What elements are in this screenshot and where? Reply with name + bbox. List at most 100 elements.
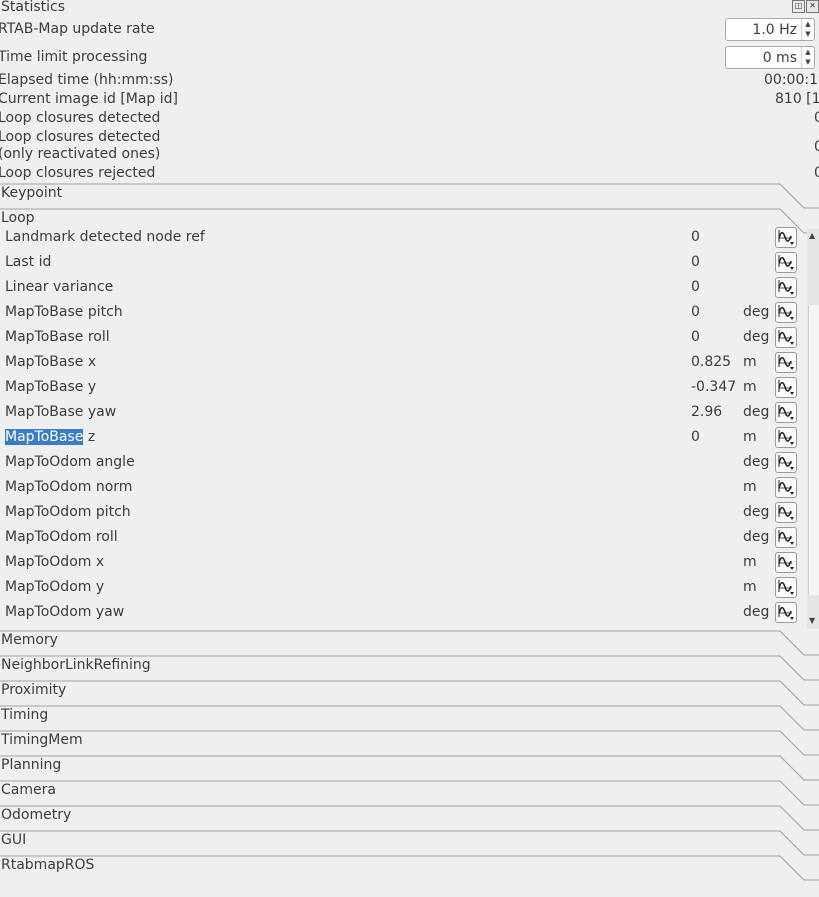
stat-name: Linear variance [5, 279, 114, 295]
stat-unit: deg [743, 404, 770, 420]
plot-curve-icon[interactable] [775, 527, 797, 548]
plot-curve-icon[interactable] [775, 277, 797, 298]
group-planning[interactable]: Planning [0, 755, 819, 781]
float-icon[interactable]: ◫ [792, 0, 805, 13]
group-label: Odometry [1, 807, 72, 823]
stat-name: MapToBase x [5, 354, 97, 370]
stat-row: MapToOdom norm m [0, 476, 797, 501]
stat-name: MapToOdom x [5, 554, 105, 570]
stat-name: MapToBase z [5, 429, 96, 445]
tab-outline [0, 730, 819, 756]
current-image-id-label: Current image id [Map id] [0, 91, 179, 107]
plot-curve-icon[interactable] [775, 402, 797, 423]
tab-outline [0, 630, 819, 656]
stat-row: MapToOdom angle deg [0, 451, 797, 476]
stat-name: MapToOdom roll [5, 529, 118, 545]
stat-unit: deg [743, 454, 770, 470]
selected-text: MapToBase [5, 429, 84, 445]
update-rate-spinbox[interactable]: 1.0 Hz ▲ ▼ [725, 18, 815, 41]
stat-name: MapToOdom pitch [5, 504, 131, 520]
plot-curve-icon[interactable] [775, 477, 797, 498]
plot-curve-icon[interactable] [775, 252, 797, 273]
current-image-id-value: 810 [1] [775, 91, 819, 107]
stat-value: 0.825 [691, 354, 732, 370]
group-proximity[interactable]: Proximity [0, 680, 819, 706]
stat-unit: m [743, 479, 757, 495]
stat-row: MapToBase x 0.825 m [0, 351, 797, 376]
stat-name: Landmark detected node ref [5, 229, 205, 245]
group-keypoint[interactable]: Keypoint [0, 183, 819, 209]
tab-outline [0, 855, 819, 881]
update-rate-label: RTAB-Map update rate [0, 21, 155, 37]
group-odometry[interactable]: Odometry [0, 805, 819, 831]
tab-outline [0, 780, 819, 806]
tab-outline [0, 830, 819, 856]
plot-curve-icon[interactable] [775, 452, 797, 473]
plot-curve-icon[interactable] [775, 577, 797, 598]
group-timing[interactable]: Timing [0, 705, 819, 731]
scroll-up-icon[interactable]: ▲ [809, 231, 815, 240]
plot-curve-icon[interactable] [775, 602, 797, 623]
stat-row: MapToBase roll 0 deg [0, 326, 797, 351]
plot-curve-icon[interactable] [775, 352, 797, 373]
loop-closures-reactivated-value: 0 [814, 139, 819, 155]
group-timingmem[interactable]: TimingMem [0, 730, 819, 756]
stat-name: Last id [5, 254, 52, 270]
scroll-down-icon[interactable]: ▼ [809, 616, 815, 625]
stat-name: MapToOdom angle [5, 454, 135, 470]
tab-outline [0, 183, 819, 209]
stat-unit: m [743, 554, 757, 570]
stat-unit: m [743, 429, 757, 445]
group-label: Proximity [1, 682, 67, 698]
plot-curve-icon[interactable] [775, 377, 797, 398]
stat-value: 0 [691, 279, 700, 295]
dock-controls: ◫ ✕ [792, 0, 819, 13]
plot-curve-icon[interactable] [775, 327, 797, 348]
stat-value: 0 [691, 304, 700, 320]
stat-value: 2.96 [691, 404, 723, 420]
stat-value: 0 [691, 329, 700, 345]
stat-unit: deg [743, 604, 770, 620]
stat-row: MapToBase y -0.347 m [0, 376, 797, 401]
scrollbar-thumb[interactable] [808, 305, 819, 595]
group-label: Camera [1, 782, 56, 798]
time-limit-spinbox[interactable]: 0 ms ▲ ▼ [725, 46, 815, 69]
stat-row: MapToBase yaw 2.96 deg [0, 401, 797, 426]
loop-closures-detected-value: 0 [814, 110, 819, 126]
stat-row: MapToBase z 0 m [0, 426, 797, 451]
spin-arrows-icon[interactable]: ▲ ▼ [801, 19, 814, 40]
stat-unit: m [743, 579, 757, 595]
group-neighborlinkrefining[interactable]: NeighborLinkRefining [0, 655, 819, 681]
update-rate-value: 1.0 Hz [752, 22, 797, 38]
group-rtabmapros[interactable]: RtabmapROS [0, 855, 819, 881]
group-label: TimingMem [1, 732, 83, 748]
stat-row: MapToOdom roll deg [0, 526, 797, 551]
loop-closures-rejected-label: Loop closures rejected [0, 165, 156, 181]
tab-outline [0, 680, 819, 706]
window-title: Statistics [1, 0, 65, 15]
tab-outline [0, 805, 819, 831]
stat-name: MapToBase pitch [5, 304, 123, 320]
plot-curve-icon[interactable] [775, 502, 797, 523]
stat-row: MapToOdom y m [0, 576, 797, 601]
group-label: Keypoint [1, 185, 63, 201]
plot-curve-icon[interactable] [775, 427, 797, 448]
stat-name: MapToOdom yaw [5, 604, 125, 620]
stat-row: MapToOdom yaw deg [0, 601, 797, 626]
group-gui[interactable]: GUI [0, 830, 819, 856]
group-camera[interactable]: Camera [0, 780, 819, 806]
loop-closures-rejected-value: 0 [814, 165, 819, 181]
spin-arrows-icon[interactable]: ▲ ▼ [801, 47, 814, 68]
group-memory[interactable]: Memory [0, 630, 819, 656]
plot-curve-icon[interactable] [775, 302, 797, 323]
close-icon[interactable]: ✕ [806, 0, 819, 13]
loop-closures-detected-label: Loop closures detected [0, 110, 161, 126]
plot-curve-icon[interactable] [775, 227, 797, 248]
plot-curve-icon[interactable] [775, 552, 797, 573]
time-limit-label: Time limit processing [0, 49, 148, 65]
group-label: GUI [1, 832, 27, 848]
stat-value: 0 [691, 229, 700, 245]
stat-row: Landmark detected node ref 0 [0, 226, 797, 251]
group-label: Loop [1, 210, 35, 226]
stat-name: MapToBase yaw [5, 404, 117, 420]
